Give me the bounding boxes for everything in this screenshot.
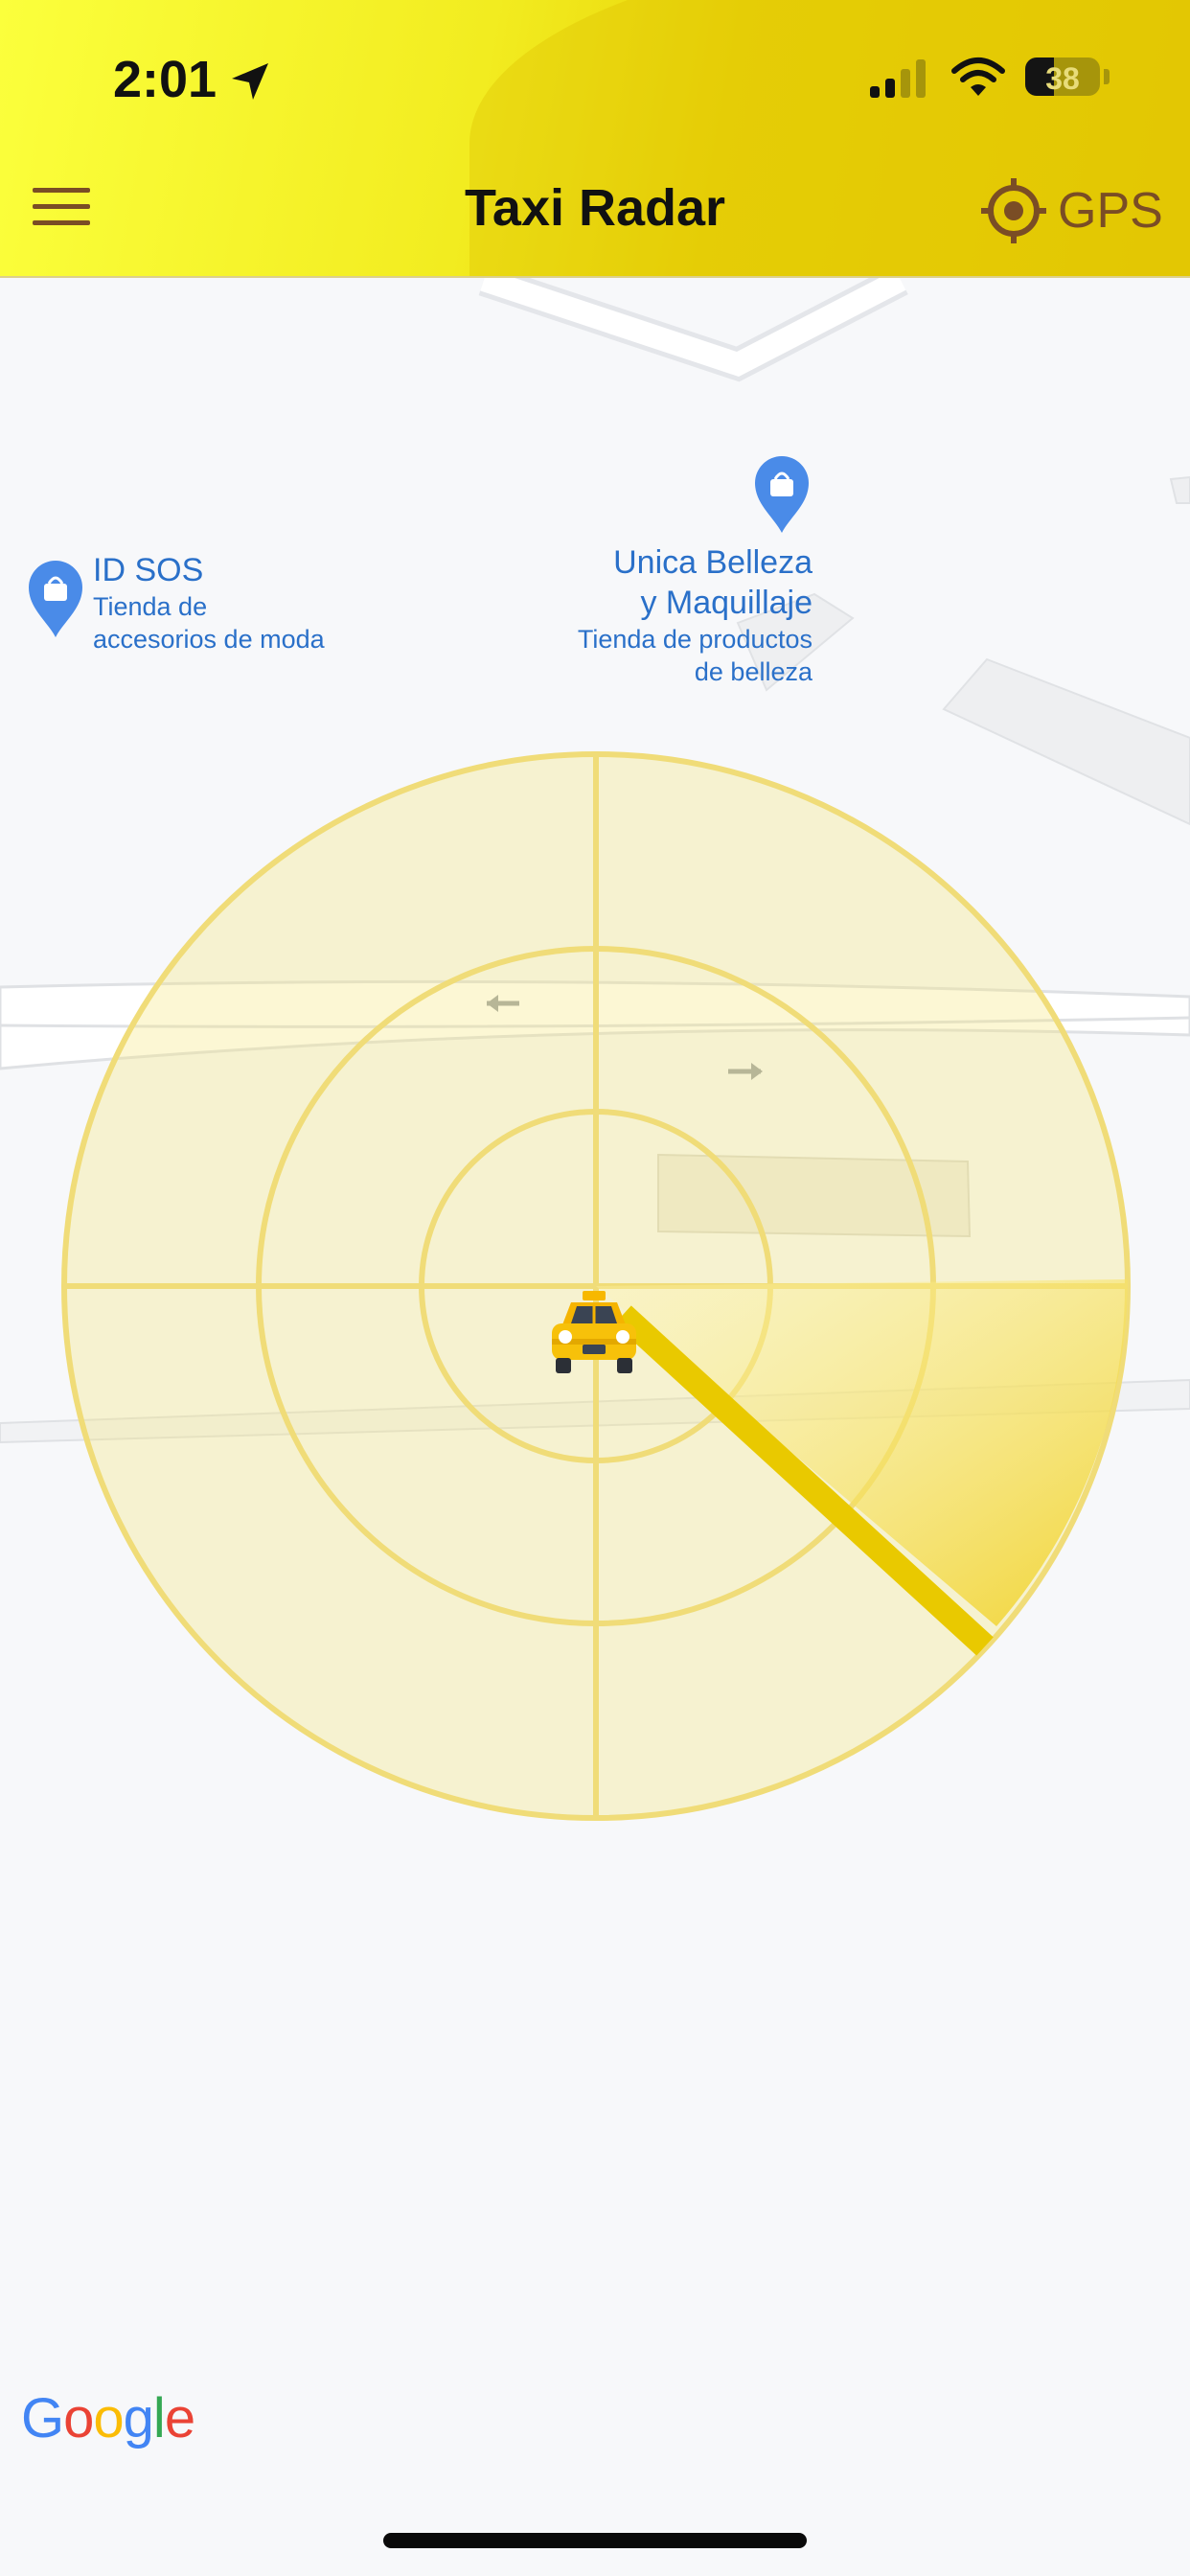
- google-logo[interactable]: Google: [21, 2386, 195, 2450]
- radar-overlay: [61, 751, 1131, 1821]
- taxi-icon[interactable]: [548, 1289, 640, 1377]
- home-indicator[interactable]: [383, 2533, 807, 2548]
